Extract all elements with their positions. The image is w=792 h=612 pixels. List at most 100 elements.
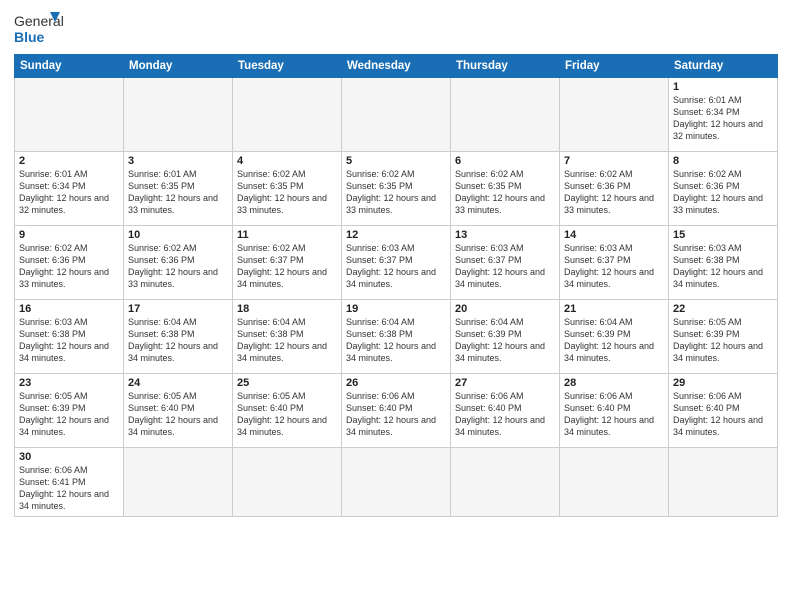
calendar-cell: [669, 448, 778, 517]
day-number: 8: [673, 155, 773, 167]
day-info: Sunrise: 6:02 AM Sunset: 6:36 PM Dayligh…: [564, 168, 664, 217]
calendar-cell: 25Sunrise: 6:05 AM Sunset: 6:40 PM Dayli…: [233, 374, 342, 448]
calendar-cell: 4Sunrise: 6:02 AM Sunset: 6:35 PM Daylig…: [233, 152, 342, 226]
day-info: Sunrise: 6:01 AM Sunset: 6:34 PM Dayligh…: [19, 168, 119, 217]
header: GeneralBlue: [14, 10, 778, 48]
calendar-cell: [124, 78, 233, 152]
day-info: Sunrise: 6:05 AM Sunset: 6:39 PM Dayligh…: [19, 390, 119, 439]
calendar-cell: 23Sunrise: 6:05 AM Sunset: 6:39 PM Dayli…: [15, 374, 124, 448]
calendar-header-row: SundayMondayTuesdayWednesdayThursdayFrid…: [15, 55, 778, 78]
logo-svg: GeneralBlue: [14, 10, 64, 48]
logo: GeneralBlue: [14, 10, 64, 48]
calendar-cell: 16Sunrise: 6:03 AM Sunset: 6:38 PM Dayli…: [15, 300, 124, 374]
day-info: Sunrise: 6:03 AM Sunset: 6:38 PM Dayligh…: [673, 242, 773, 291]
day-info: Sunrise: 6:06 AM Sunset: 6:40 PM Dayligh…: [564, 390, 664, 439]
day-number: 10: [128, 229, 228, 241]
day-number: 17: [128, 303, 228, 315]
day-info: Sunrise: 6:02 AM Sunset: 6:35 PM Dayligh…: [237, 168, 337, 217]
calendar-cell: 30Sunrise: 6:06 AM Sunset: 6:41 PM Dayli…: [15, 448, 124, 517]
day-number: 25: [237, 377, 337, 389]
day-number: 11: [237, 229, 337, 241]
day-info: Sunrise: 6:03 AM Sunset: 6:38 PM Dayligh…: [19, 316, 119, 365]
calendar-week-row: 1Sunrise: 6:01 AM Sunset: 6:34 PM Daylig…: [15, 78, 778, 152]
calendar-cell: 15Sunrise: 6:03 AM Sunset: 6:38 PM Dayli…: [669, 226, 778, 300]
calendar-cell: [560, 78, 669, 152]
day-info: Sunrise: 6:03 AM Sunset: 6:37 PM Dayligh…: [564, 242, 664, 291]
day-number: 7: [564, 155, 664, 167]
day-number: 15: [673, 229, 773, 241]
day-info: Sunrise: 6:02 AM Sunset: 6:37 PM Dayligh…: [237, 242, 337, 291]
day-info: Sunrise: 6:02 AM Sunset: 6:36 PM Dayligh…: [673, 168, 773, 217]
col-header-tuesday: Tuesday: [233, 55, 342, 78]
calendar-cell: [233, 448, 342, 517]
day-number: 4: [237, 155, 337, 167]
day-number: 28: [564, 377, 664, 389]
calendar-week-row: 2Sunrise: 6:01 AM Sunset: 6:34 PM Daylig…: [15, 152, 778, 226]
calendar-cell: [342, 448, 451, 517]
calendar-cell: [560, 448, 669, 517]
day-info: Sunrise: 6:06 AM Sunset: 6:40 PM Dayligh…: [455, 390, 555, 439]
day-info: Sunrise: 6:03 AM Sunset: 6:37 PM Dayligh…: [455, 242, 555, 291]
col-header-sunday: Sunday: [15, 55, 124, 78]
day-info: Sunrise: 6:06 AM Sunset: 6:40 PM Dayligh…: [673, 390, 773, 439]
calendar-cell: 9Sunrise: 6:02 AM Sunset: 6:36 PM Daylig…: [15, 226, 124, 300]
day-info: Sunrise: 6:05 AM Sunset: 6:40 PM Dayligh…: [128, 390, 228, 439]
calendar-cell: 1Sunrise: 6:01 AM Sunset: 6:34 PM Daylig…: [669, 78, 778, 152]
calendar-cell: 7Sunrise: 6:02 AM Sunset: 6:36 PM Daylig…: [560, 152, 669, 226]
day-number: 9: [19, 229, 119, 241]
day-info: Sunrise: 6:01 AM Sunset: 6:35 PM Dayligh…: [128, 168, 228, 217]
day-info: Sunrise: 6:06 AM Sunset: 6:41 PM Dayligh…: [19, 464, 119, 513]
day-info: Sunrise: 6:02 AM Sunset: 6:36 PM Dayligh…: [128, 242, 228, 291]
day-info: Sunrise: 6:05 AM Sunset: 6:39 PM Dayligh…: [673, 316, 773, 365]
calendar-cell: [124, 448, 233, 517]
day-number: 6: [455, 155, 555, 167]
col-header-friday: Friday: [560, 55, 669, 78]
calendar-week-row: 9Sunrise: 6:02 AM Sunset: 6:36 PM Daylig…: [15, 226, 778, 300]
col-header-saturday: Saturday: [669, 55, 778, 78]
col-header-monday: Monday: [124, 55, 233, 78]
calendar-cell: 14Sunrise: 6:03 AM Sunset: 6:37 PM Dayli…: [560, 226, 669, 300]
day-number: 30: [19, 451, 119, 463]
calendar-cell: 13Sunrise: 6:03 AM Sunset: 6:37 PM Dayli…: [451, 226, 560, 300]
calendar-cell: 8Sunrise: 6:02 AM Sunset: 6:36 PM Daylig…: [669, 152, 778, 226]
day-number: 18: [237, 303, 337, 315]
day-number: 13: [455, 229, 555, 241]
day-info: Sunrise: 6:04 AM Sunset: 6:38 PM Dayligh…: [237, 316, 337, 365]
day-info: Sunrise: 6:02 AM Sunset: 6:36 PM Dayligh…: [19, 242, 119, 291]
calendar-cell: 22Sunrise: 6:05 AM Sunset: 6:39 PM Dayli…: [669, 300, 778, 374]
calendar-cell: 29Sunrise: 6:06 AM Sunset: 6:40 PM Dayli…: [669, 374, 778, 448]
day-number: 26: [346, 377, 446, 389]
day-number: 29: [673, 377, 773, 389]
day-number: 21: [564, 303, 664, 315]
page: GeneralBlue SundayMondayTuesdayWednesday…: [0, 0, 792, 612]
day-info: Sunrise: 6:01 AM Sunset: 6:34 PM Dayligh…: [673, 94, 773, 143]
calendar-cell: 12Sunrise: 6:03 AM Sunset: 6:37 PM Dayli…: [342, 226, 451, 300]
calendar-cell: 21Sunrise: 6:04 AM Sunset: 6:39 PM Dayli…: [560, 300, 669, 374]
day-number: 14: [564, 229, 664, 241]
day-info: Sunrise: 6:06 AM Sunset: 6:40 PM Dayligh…: [346, 390, 446, 439]
calendar-cell: 24Sunrise: 6:05 AM Sunset: 6:40 PM Dayli…: [124, 374, 233, 448]
day-number: 5: [346, 155, 446, 167]
day-number: 1: [673, 81, 773, 93]
calendar-cell: 17Sunrise: 6:04 AM Sunset: 6:38 PM Dayli…: [124, 300, 233, 374]
calendar-cell: 19Sunrise: 6:04 AM Sunset: 6:38 PM Dayli…: [342, 300, 451, 374]
calendar-cell: [342, 78, 451, 152]
day-info: Sunrise: 6:03 AM Sunset: 6:37 PM Dayligh…: [346, 242, 446, 291]
calendar-cell: [15, 78, 124, 152]
calendar-cell: 27Sunrise: 6:06 AM Sunset: 6:40 PM Dayli…: [451, 374, 560, 448]
day-number: 2: [19, 155, 119, 167]
calendar-cell: [233, 78, 342, 152]
day-number: 16: [19, 303, 119, 315]
day-info: Sunrise: 6:04 AM Sunset: 6:38 PM Dayligh…: [128, 316, 228, 365]
calendar-cell: 11Sunrise: 6:02 AM Sunset: 6:37 PM Dayli…: [233, 226, 342, 300]
day-number: 3: [128, 155, 228, 167]
day-info: Sunrise: 6:02 AM Sunset: 6:35 PM Dayligh…: [455, 168, 555, 217]
day-number: 23: [19, 377, 119, 389]
calendar: SundayMondayTuesdayWednesdayThursdayFrid…: [14, 54, 778, 517]
day-info: Sunrise: 6:04 AM Sunset: 6:38 PM Dayligh…: [346, 316, 446, 365]
calendar-cell: 2Sunrise: 6:01 AM Sunset: 6:34 PM Daylig…: [15, 152, 124, 226]
calendar-week-row: 23Sunrise: 6:05 AM Sunset: 6:39 PM Dayli…: [15, 374, 778, 448]
calendar-cell: 28Sunrise: 6:06 AM Sunset: 6:40 PM Dayli…: [560, 374, 669, 448]
day-number: 24: [128, 377, 228, 389]
day-number: 19: [346, 303, 446, 315]
